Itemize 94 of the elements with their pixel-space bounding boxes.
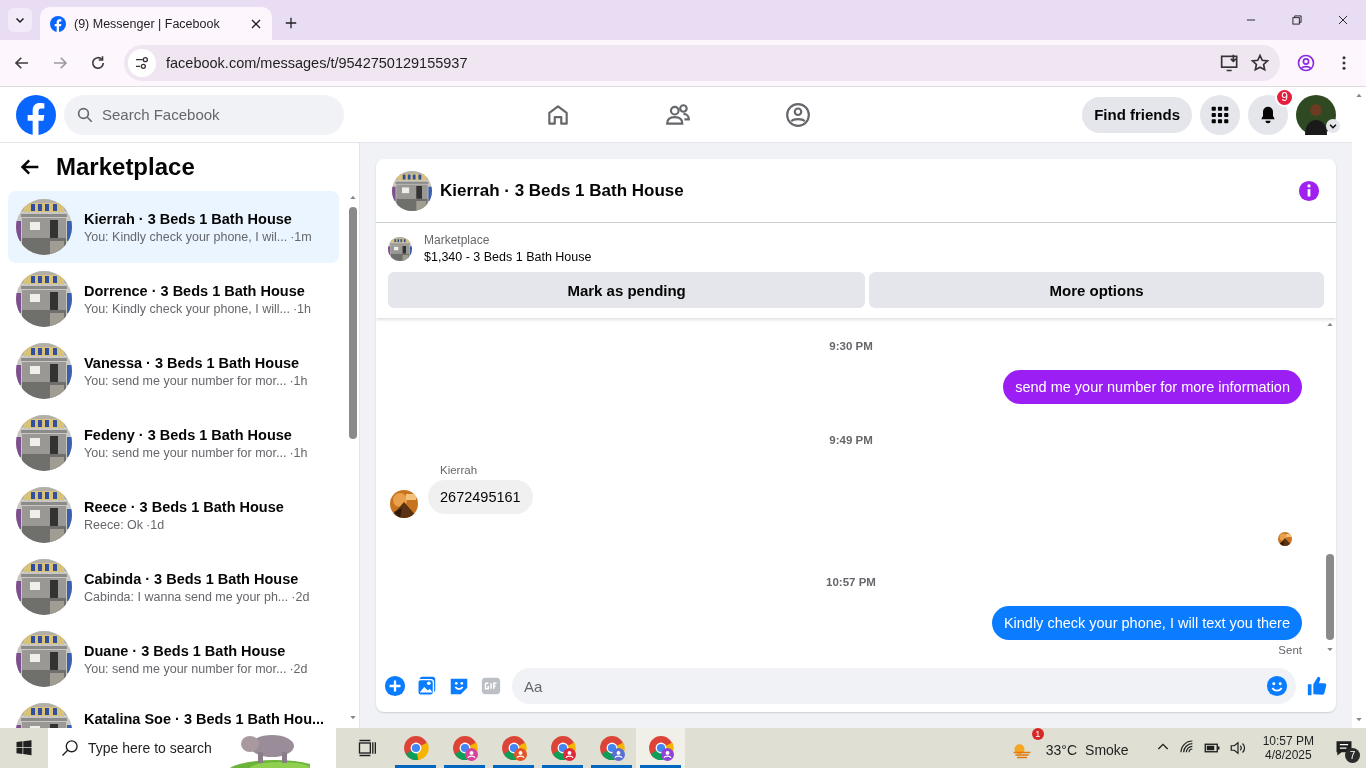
chat-title: Kierrah · 3 Beds 1 Bath House	[440, 180, 685, 201]
find-friends-button[interactable]: Find friends	[1082, 96, 1192, 133]
conversation-item[interactable]: Cabinda · 3 Beds 1 Bath House Cabinda: I wanna send me your ph... ·2d	[8, 551, 339, 623]
clock-time: 10:57 PM	[1262, 734, 1314, 748]
search-field[interactable]: Search Facebook	[64, 94, 344, 135]
notification-count-badge: 9	[1275, 87, 1294, 107]
message-preview: You: Kindly check your phone, I wil...	[84, 229, 288, 244]
message-preview: Reece: Ok	[84, 517, 144, 532]
plus-icon[interactable]	[384, 675, 406, 697]
scroll-up-icon[interactable]	[348, 193, 358, 201]
timestamp: 9:30 PM	[828, 340, 874, 352]
sender-name: Kierrah	[440, 464, 479, 476]
message-time: ·2d	[289, 661, 308, 676]
message-time: ·2d	[291, 589, 310, 604]
restore-icon[interactable]	[1290, 13, 1304, 27]
friends-icon[interactable]	[665, 101, 691, 128]
scroll-down-icon[interactable]	[1325, 646, 1335, 654]
page-title: Marketplace	[56, 153, 195, 181]
forward-icon[interactable]	[51, 54, 69, 72]
task-view-icon[interactable]	[356, 738, 377, 758]
message-preview: You: send me your number for mor...	[84, 373, 287, 388]
address-bar[interactable]: facebook.com/messages/t/9542750129155937	[124, 45, 1280, 81]
image-icon[interactable]	[416, 675, 438, 697]
profile-icon[interactable]	[1297, 54, 1315, 72]
scrollbar-thumb[interactable]	[349, 207, 357, 439]
browser-icon[interactable]	[451, 735, 478, 761]
conversation-item[interactable]: Kierrah · 3 Beds 1 Bath House You: Kindly check your phone, I wil... ·1m	[8, 191, 339, 263]
browser-icon[interactable]	[500, 735, 527, 761]
notification-count-badge: 7	[1345, 748, 1360, 763]
browser-icon[interactable]	[598, 735, 625, 761]
message-bubble: send me your number for more information	[1003, 370, 1302, 404]
close-icon[interactable]	[1336, 13, 1350, 27]
facebook-icon	[50, 15, 66, 32]
message-status: Sent	[1277, 644, 1302, 656]
windows-icon[interactable]	[15, 739, 33, 757]
scrollbar-thumb[interactable]	[1326, 554, 1334, 640]
message-preview: You: send me your number for mor...	[84, 661, 287, 676]
info-icon[interactable]	[1298, 179, 1320, 202]
tab-list-button[interactable]	[8, 8, 32, 32]
message-bubble: 2672495161	[428, 480, 533, 514]
message-time: ·1d	[146, 517, 165, 532]
scroll-up-icon[interactable]	[1354, 91, 1364, 99]
conversation-item[interactable]: Dorrence · 3 Beds 1 Bath House You: Kindly check your phone, I will... ·1h	[8, 263, 339, 335]
caret-icon[interactable]	[1326, 118, 1340, 133]
browser-icon[interactable]	[549, 735, 576, 761]
message-time: ·1h	[292, 301, 311, 316]
message-time: ·1m	[290, 229, 312, 244]
conversation-item[interactable]: Vanessa · 3 Beds 1 Bath House You: send me your number for mor... ·1h	[8, 335, 339, 407]
star-icon[interactable]	[1250, 53, 1270, 73]
close-icon[interactable]	[250, 17, 262, 30]
weather-badge: 1	[1031, 728, 1044, 740]
browser-icon[interactable]	[402, 735, 429, 761]
groups-icon[interactable]	[785, 101, 811, 128]
menu-button[interactable]	[1200, 94, 1240, 135]
plus-icon[interactable]	[284, 16, 298, 30]
conversation-item[interactable]: Fedeny · 3 Beds 1 Bath House You: send me your number for mor... ·1h	[8, 407, 339, 479]
message-preview: You: Kindly check your phone, I will...	[84, 301, 290, 316]
scroll-down-icon[interactable]	[1354, 716, 1364, 724]
action-button[interactable]: Mark as pending	[388, 272, 866, 308]
browser-icon[interactable]	[647, 735, 674, 761]
listing-title: $1,340 - 3 Beds 1 Bath House	[424, 250, 592, 264]
scroll-down-icon[interactable]	[348, 714, 358, 722]
back-arrow-icon[interactable]	[20, 157, 40, 177]
grid-menu-icon	[1210, 104, 1230, 125]
browser-tab[interactable]: (9) Messenger | Facebook	[40, 7, 272, 40]
wifi-icon[interactable]	[1178, 739, 1195, 755]
clock-date: 4/8/2025	[1264, 748, 1312, 762]
conversation-item[interactable]: Reece · 3 Beds 1 Bath House Reece: Ok ·1d	[8, 479, 339, 551]
search-icon	[76, 105, 94, 124]
reload-icon[interactable]	[89, 54, 107, 72]
action-button[interactable]: More options	[869, 272, 1324, 308]
message-input[interactable]: Aa	[512, 668, 1296, 704]
emoji-icon[interactable]	[1266, 675, 1288, 697]
avatar-icon[interactable]	[1296, 94, 1336, 135]
message-preview: Cabinda: I wanna send me your ph...	[84, 589, 289, 604]
message-time: ·1h	[289, 445, 308, 460]
message-bubble: Kindly check your phone, I will text you there	[991, 606, 1302, 640]
site-settings-icon[interactable]	[134, 55, 150, 71]
timestamp: 9:49 PM	[828, 434, 874, 446]
message-preview: You: send me your number for mor...	[84, 445, 287, 460]
listing-label: Marketplace	[424, 233, 491, 247]
timestamp: 10:57 PM	[825, 576, 877, 588]
volume-icon[interactable]	[1228, 739, 1247, 757]
conversation-item[interactable]: Duane · 3 Beds 1 Bath House You: send me your number for mor... ·2d	[8, 623, 339, 695]
scroll-up-icon[interactable]	[1325, 320, 1335, 328]
search-icon	[60, 738, 80, 758]
message-time: ·1h	[289, 373, 308, 388]
facebook-logo-icon[interactable]	[16, 94, 56, 135]
weather-condition: Smoke	[1085, 742, 1129, 758]
install-app-icon[interactable]	[1220, 53, 1240, 73]
thumbs-up-icon[interactable]	[1306, 674, 1328, 698]
back-icon[interactable]	[13, 54, 31, 72]
taskbar-search-field[interactable]: Type here to search	[48, 728, 336, 768]
temperature: 33°C	[1045, 742, 1078, 758]
